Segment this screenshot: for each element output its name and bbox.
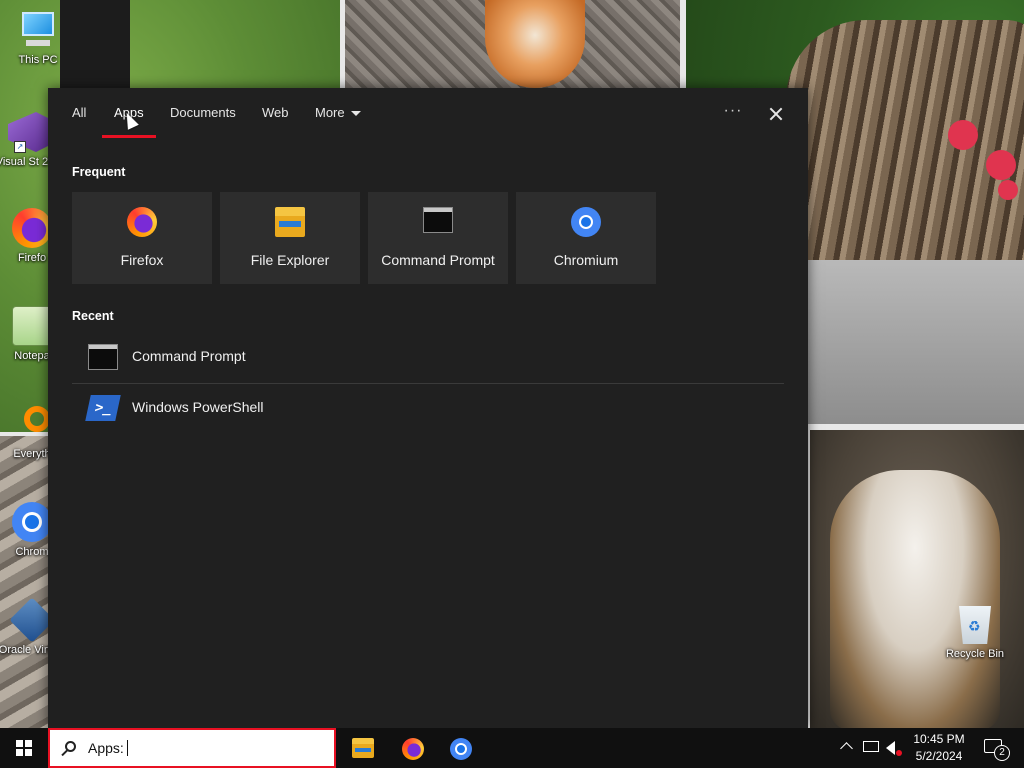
search-panel: All Apps Documents Web More ··· Frequent… xyxy=(48,88,808,728)
more-options-button[interactable]: ··· xyxy=(718,102,748,126)
taskbar-clock[interactable]: 10:45 PM 5/2/2024 xyxy=(902,731,976,765)
frequent-app-command-prompt[interactable]: Command Prompt xyxy=(368,192,508,284)
chromium-icon xyxy=(12,502,52,542)
command-prompt-icon xyxy=(423,207,453,233)
firefox-icon xyxy=(12,208,52,248)
tray-overflow-button[interactable] xyxy=(838,728,856,768)
action-center-button[interactable]: 2 xyxy=(978,728,1018,768)
chromium-icon xyxy=(571,207,601,237)
taskbar-app-file-explorer[interactable] xyxy=(338,728,386,768)
caret-down-icon xyxy=(350,111,361,117)
network-status-button[interactable] xyxy=(860,728,882,768)
search-filter-tabs: All Apps Documents Web More ··· xyxy=(48,88,808,140)
volume-muted-icon xyxy=(886,741,895,755)
frequent-app-chromium[interactable]: Chromium xyxy=(516,192,656,284)
taskbar-app-chromium[interactable] xyxy=(436,728,484,768)
volume-button[interactable] xyxy=(884,728,904,768)
notification-count-badge: 2 xyxy=(994,745,1010,761)
frequent-section-title: Frequent xyxy=(72,165,126,179)
frequent-app-file-explorer[interactable]: File Explorer xyxy=(220,192,360,284)
clock-date: 5/2/2024 xyxy=(915,749,963,763)
search-input[interactable]: Apps: xyxy=(88,740,128,756)
desktop-icon-recycle-bin[interactable]: ♻ Recycle Bin xyxy=(936,604,1014,661)
tab-more-label: More xyxy=(315,105,345,120)
start-button[interactable] xyxy=(0,728,48,768)
tab-web[interactable]: Web xyxy=(262,105,289,125)
network-icon xyxy=(863,741,879,752)
desktop-icon-this-pc[interactable]: This PC xyxy=(0,10,76,67)
monitor-icon xyxy=(18,10,58,50)
powershell-icon: >_ xyxy=(85,395,121,421)
taskbar-app-firefox[interactable] xyxy=(388,728,436,768)
taskbar: Apps: 10:45 PM 5/2/2024 2 xyxy=(0,728,1024,768)
text-caret xyxy=(126,740,128,756)
tab-more[interactable]: More xyxy=(315,105,361,125)
firefox-icon xyxy=(402,738,424,760)
chromium-icon xyxy=(450,738,472,760)
firefox-icon xyxy=(127,207,157,237)
everything-search-icon xyxy=(12,404,52,444)
recent-section-title: Recent xyxy=(72,309,114,323)
wallpaper-photo-calico-cat xyxy=(810,430,1024,728)
close-icon[interactable] xyxy=(762,100,790,128)
folder-icon xyxy=(352,738,374,758)
command-prompt-icon xyxy=(88,344,118,370)
clock-time: 10:45 PM xyxy=(913,732,965,746)
notepad-icon xyxy=(12,306,52,346)
tab-documents[interactable]: Documents xyxy=(170,105,236,125)
recent-item-windows-powershell[interactable]: >_ Windows PowerShell xyxy=(72,384,784,434)
shortcut-arrow-icon: ↗ xyxy=(14,141,26,153)
tab-all[interactable]: All xyxy=(72,105,86,125)
active-tab-indicator xyxy=(102,135,156,138)
chevron-up-icon xyxy=(840,742,853,755)
folder-icon xyxy=(275,207,305,237)
search-icon xyxy=(60,740,78,758)
wallpaper-photo-orange-cat xyxy=(345,0,680,88)
taskbar-search-box[interactable]: Apps: xyxy=(48,728,336,768)
recent-item-command-prompt[interactable]: Command Prompt xyxy=(72,333,784,383)
frequent-app-firefox[interactable]: Firefox xyxy=(72,192,212,284)
recycle-bin-icon: ♻ xyxy=(955,604,995,644)
windows-logo-icon xyxy=(16,740,32,756)
